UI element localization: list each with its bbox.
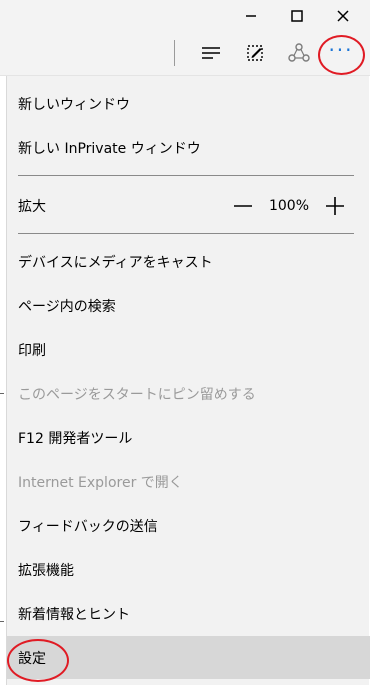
- zoom-in-button[interactable]: [323, 194, 347, 218]
- minus-icon: [234, 204, 252, 207]
- web-note-button[interactable]: [235, 33, 275, 73]
- menu-item-print[interactable]: 印刷: [7, 328, 370, 371]
- hub-button[interactable]: [191, 33, 231, 73]
- menu-item-label: フィードバックの送信: [18, 518, 158, 535]
- menu-item-find-on-page[interactable]: ページ内の検索: [7, 284, 370, 327]
- menu-item-label: ページ内の検索: [18, 298, 116, 315]
- maximize-button[interactable]: [274, 0, 320, 31]
- share-icon: [288, 43, 310, 62]
- more-icon: ···: [328, 37, 354, 62]
- page-mark: [0, 621, 4, 622]
- share-button[interactable]: [279, 33, 319, 73]
- browser-toolbar: ···: [0, 31, 370, 76]
- menu-item-settings[interactable]: 設定: [7, 636, 370, 679]
- menu-item-label: 設定: [18, 650, 46, 667]
- menu-item-pin-to-start: このページをスタートにピン留めする: [7, 372, 370, 415]
- menu-item-developer-tools[interactable]: F12 開発者ツール: [7, 416, 370, 459]
- close-icon: [337, 9, 349, 22]
- menu-item-new-inprivate-window[interactable]: 新しい InPrivate ウィンドウ: [7, 126, 370, 169]
- menu-item-label: デバイスにメディアをキャスト: [18, 254, 213, 271]
- menu-item-cast-media[interactable]: デバイスにメディアをキャスト: [7, 240, 370, 283]
- zoom-level: 100%: [268, 197, 310, 214]
- menu-separator: [18, 175, 354, 176]
- menu-item-label: このページをスタートにピン留めする: [18, 386, 256, 403]
- plus-icon: [326, 196, 344, 215]
- maximize-icon: [291, 9, 303, 22]
- menu-item-label: Internet Explorer で開く: [18, 474, 183, 491]
- close-button[interactable]: [320, 0, 366, 31]
- menu-item-label: 拡張機能: [18, 562, 74, 579]
- minimize-icon: [246, 14, 256, 17]
- page-mark: [0, 393, 4, 394]
- title-bar: [0, 0, 370, 31]
- menu-item-label: 新しいウィンドウ: [18, 96, 130, 113]
- menu-item-label: F12 開発者ツール: [18, 430, 133, 447]
- menu-item-zoom: 拡大 100%: [7, 184, 370, 227]
- more-actions-menu: 新しいウィンドウ 新しい InPrivate ウィンドウ 拡大 100% デバイ…: [6, 76, 370, 685]
- minimize-button[interactable]: [228, 0, 274, 31]
- menu-item-open-in-ie: Internet Explorer で開く: [7, 460, 370, 503]
- menu-item-label: 新しい InPrivate ウィンドウ: [18, 140, 201, 157]
- zoom-controls: 100%: [231, 184, 347, 227]
- menu-item-whats-new[interactable]: 新着情報とヒント: [7, 592, 370, 635]
- menu-item-new-window[interactable]: 新しいウィンドウ: [7, 82, 370, 125]
- menu-separator: [18, 233, 354, 234]
- menu-item-extensions[interactable]: 拡張機能: [7, 548, 370, 591]
- web-note-icon: [247, 45, 263, 61]
- toolbar-divider: [174, 40, 175, 66]
- menu-item-label: 印刷: [18, 342, 46, 359]
- hub-icon: [202, 47, 220, 59]
- zoom-out-button[interactable]: [231, 194, 255, 218]
- browser-window: ··· 新しいウィンドウ 新しい InPrivate ウィンドウ 拡大 100%: [0, 0, 370, 685]
- menu-item-send-feedback[interactable]: フィードバックの送信: [7, 504, 370, 547]
- menu-item-label: 拡大: [18, 198, 46, 215]
- menu-item-label: 新着情報とヒント: [18, 606, 130, 623]
- more-actions-button[interactable]: ···: [321, 33, 361, 73]
